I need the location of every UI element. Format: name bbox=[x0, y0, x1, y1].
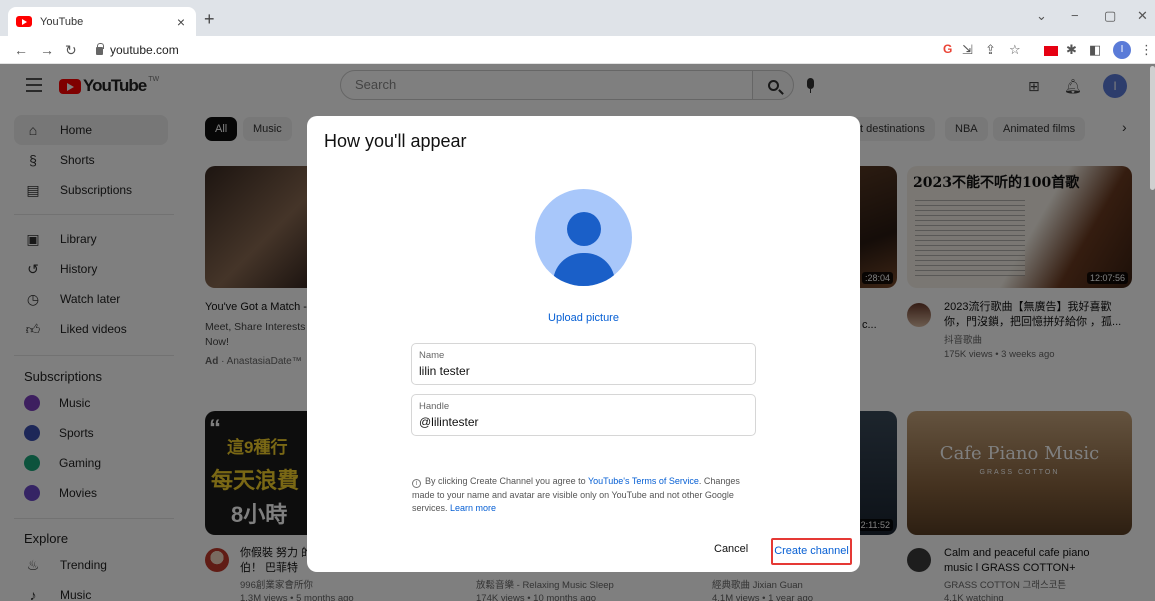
terms-notice: i By clicking Create Channel you agree to… bbox=[412, 475, 752, 516]
name-field-label: Name bbox=[419, 350, 445, 361]
share-icon[interactable]: ⇪ bbox=[985, 42, 996, 58]
handle-field[interactable]: Handle bbox=[411, 394, 756, 436]
lock-icon bbox=[96, 43, 104, 55]
minimize-icon[interactable]: − bbox=[1071, 8, 1079, 23]
browser-tab[interactable]: YouTube × bbox=[8, 7, 196, 36]
tab-search-chevron-icon[interactable]: ⌄ bbox=[1036, 8, 1047, 24]
learn-more-link[interactable]: Learn more bbox=[450, 503, 496, 513]
cancel-button[interactable]: Cancel bbox=[714, 543, 748, 555]
reload-icon[interactable]: ↻ bbox=[65, 42, 77, 59]
bookmark-star-icon[interactable]: ☆ bbox=[1009, 42, 1021, 58]
terms-of-service-link[interactable]: YouTube's Terms of Service bbox=[588, 476, 699, 486]
install-app-icon[interactable]: ⇲ bbox=[962, 42, 973, 58]
extensions-puzzle-icon[interactable]: ✱ bbox=[1066, 42, 1077, 58]
name-field[interactable]: Name bbox=[411, 343, 756, 385]
browser-tab-bar: YouTube × + ⌄ − ▢ ✕ bbox=[0, 0, 1155, 36]
browser-menu-icon[interactable]: ⋮ bbox=[1140, 42, 1153, 58]
info-icon: i bbox=[412, 479, 421, 488]
google-extension-icon[interactable]: G bbox=[943, 42, 952, 56]
upload-picture-link[interactable]: Upload picture bbox=[307, 312, 860, 324]
url-text: youtube.com bbox=[110, 43, 179, 57]
window-close-icon[interactable]: ✕ bbox=[1137, 8, 1148, 24]
back-icon[interactable]: ← bbox=[14, 42, 28, 58]
side-panel-icon[interactable]: ◧ bbox=[1089, 42, 1101, 58]
address-bar: ← → ↻ youtube.com G ⇲ ⇪ ☆ ✱ ◧ ⋮ bbox=[0, 36, 1155, 64]
create-channel-button[interactable]: Create channel bbox=[771, 538, 852, 565]
handle-input[interactable] bbox=[419, 415, 739, 429]
create-channel-dialog: How you'll appear Upload picture Name Ha… bbox=[307, 116, 860, 572]
maximize-icon[interactable]: ▢ bbox=[1104, 8, 1116, 24]
notice-text: By clicking Create Channel you agree to bbox=[425, 476, 588, 486]
tab-title: YouTube bbox=[40, 15, 84, 28]
handle-field-label: Handle bbox=[419, 401, 450, 412]
default-avatar-icon bbox=[535, 189, 632, 286]
url-field[interactable]: youtube.com bbox=[96, 43, 179, 57]
forward-icon[interactable]: → bbox=[40, 42, 54, 58]
page-scrollbar[interactable] bbox=[1150, 66, 1155, 190]
dialog-title: How you'll appear bbox=[324, 131, 467, 151]
youtube-favicon-icon bbox=[16, 16, 32, 27]
new-tab-button[interactable]: + bbox=[204, 9, 215, 30]
tab-close-icon[interactable]: × bbox=[174, 14, 188, 30]
browser-profile-avatar[interactable]: I bbox=[1113, 41, 1131, 59]
name-input[interactable] bbox=[419, 364, 739, 378]
extension-flag-icon[interactable] bbox=[1044, 46, 1058, 56]
